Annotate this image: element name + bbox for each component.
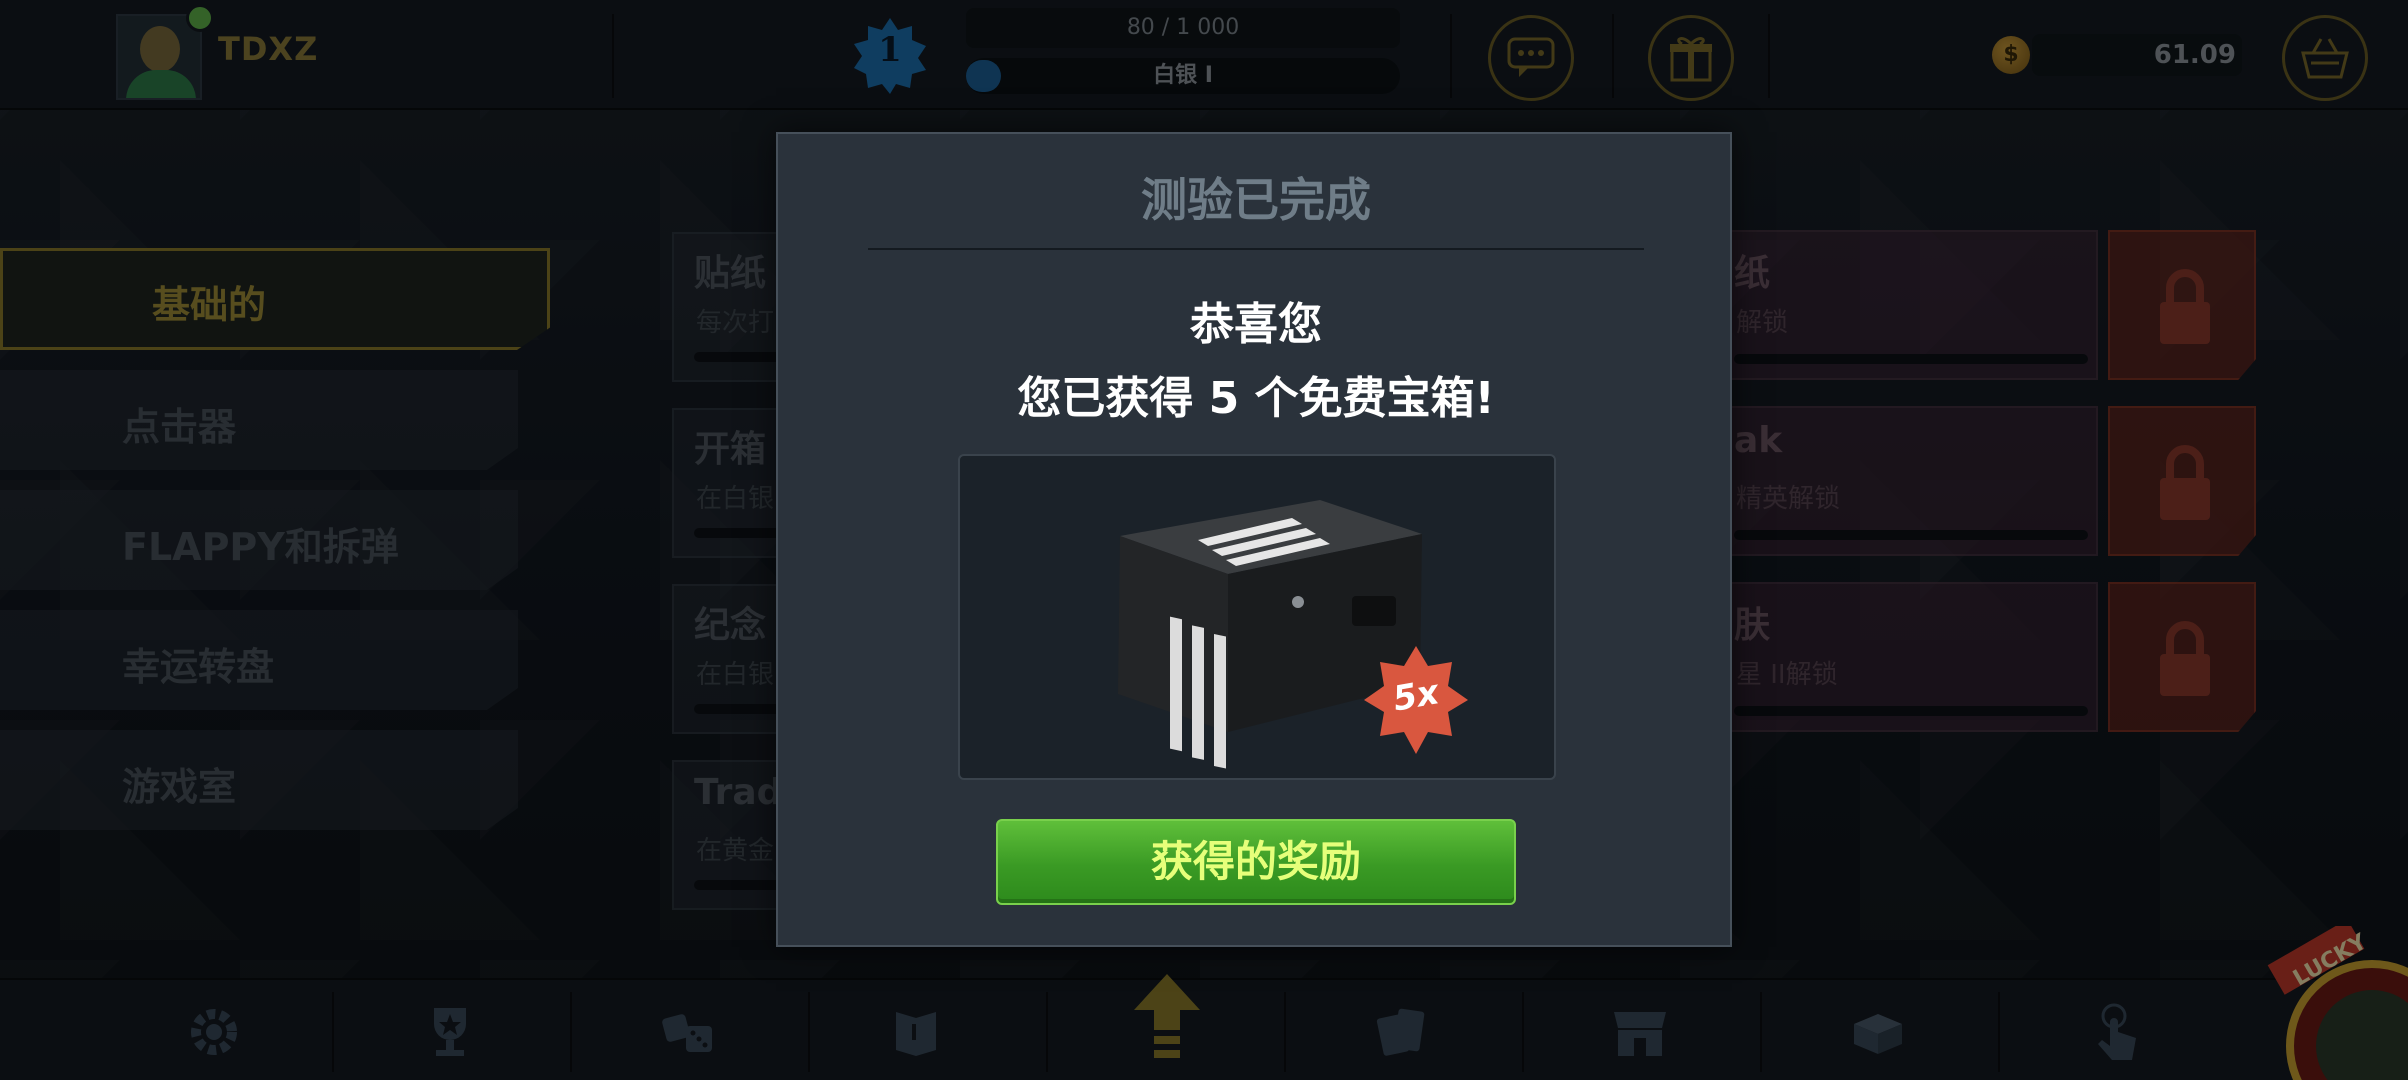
quiz-complete-dialog: 测验已完成 恭喜您 您已获得 5 个免费宝箱! 5x 获得的奖励	[776, 132, 1732, 947]
congrats-text: 恭喜您	[1190, 299, 1322, 350]
case-image	[1118, 500, 1468, 769]
divider	[868, 248, 1644, 250]
reward-text: 您已获得 5 个免费宝箱!	[1017, 373, 1495, 424]
chest-panel: 5x	[958, 454, 1556, 780]
claim-reward-button[interactable]: 获得的奖励	[996, 819, 1516, 905]
dialog-title: 测验已完成	[1141, 173, 1371, 227]
